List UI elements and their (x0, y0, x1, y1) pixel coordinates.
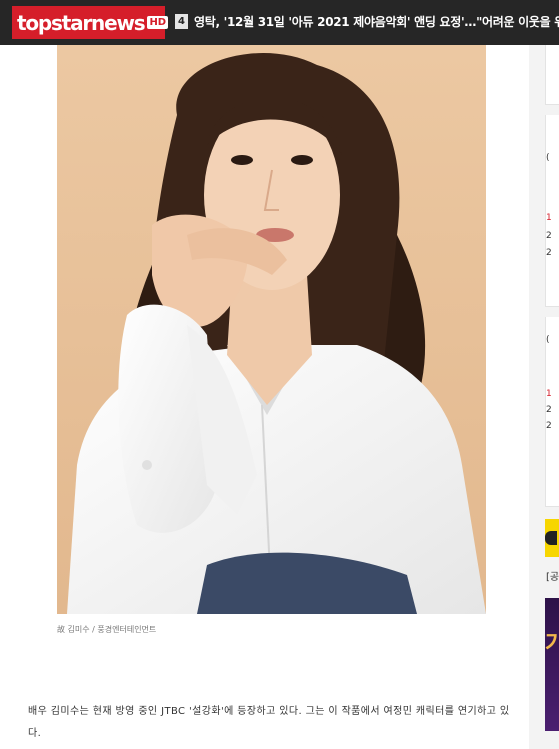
portrait-image (57, 45, 486, 614)
top-bar: topstarnews HD 4 영탁, '12월 31일 '아듀 2021 제… (0, 0, 559, 45)
logo-text: topstarnews (17, 10, 146, 35)
kakao-banner[interactable] (545, 519, 559, 557)
chat-bubble-icon (545, 531, 557, 545)
ad-text: 가 (545, 632, 559, 657)
sidebar-text-fragment: 2 (546, 405, 552, 415)
sidebar-text-fragment: 2 (546, 421, 552, 431)
right-sidebar: ( 1 2 2 ( 1 2 2 [공 가 (529, 45, 559, 749)
article-body: 배우 김미수는 현재 방영 중인 JTBC '설강화'에 등장하고 있다. 그는… (28, 706, 510, 739)
sidebar-card[interactable] (545, 45, 559, 105)
article-photo[interactable] (57, 45, 486, 614)
sidebar-text-fragment: ( (546, 153, 550, 163)
ad-banner[interactable]: 가 (545, 598, 559, 731)
article-content: 故 김미수 / 풍경엔터테인먼트 배우 김미수는 현재 방영 중인 JTBC '… (0, 45, 529, 749)
sidebar-text-fragment: 1 (546, 213, 552, 223)
sidebar-text-fragment: 2 (546, 231, 552, 241)
sidebar-label: [공 (546, 572, 559, 583)
rank-badge: 4 (175, 14, 188, 29)
sidebar-text-fragment: ( (546, 335, 550, 345)
photo-caption: 故 김미수 / 풍경엔터테인먼트 (57, 625, 157, 634)
sidebar-card[interactable]: ( 1 2 2 (545, 317, 559, 507)
site-logo[interactable]: topstarnews HD (12, 6, 169, 39)
sidebar-card[interactable]: ( 1 2 2 (545, 115, 559, 307)
sidebar-text-fragment: 2 (546, 248, 552, 258)
headline-ticker-link[interactable]: 영탁, '12월 31일 '아듀 2021 제야음악회' 앤딩 요정'…"어려운… (194, 13, 559, 31)
logo-hd-badge: HD (147, 16, 169, 29)
sidebar-text-fragment: 1 (546, 389, 552, 399)
